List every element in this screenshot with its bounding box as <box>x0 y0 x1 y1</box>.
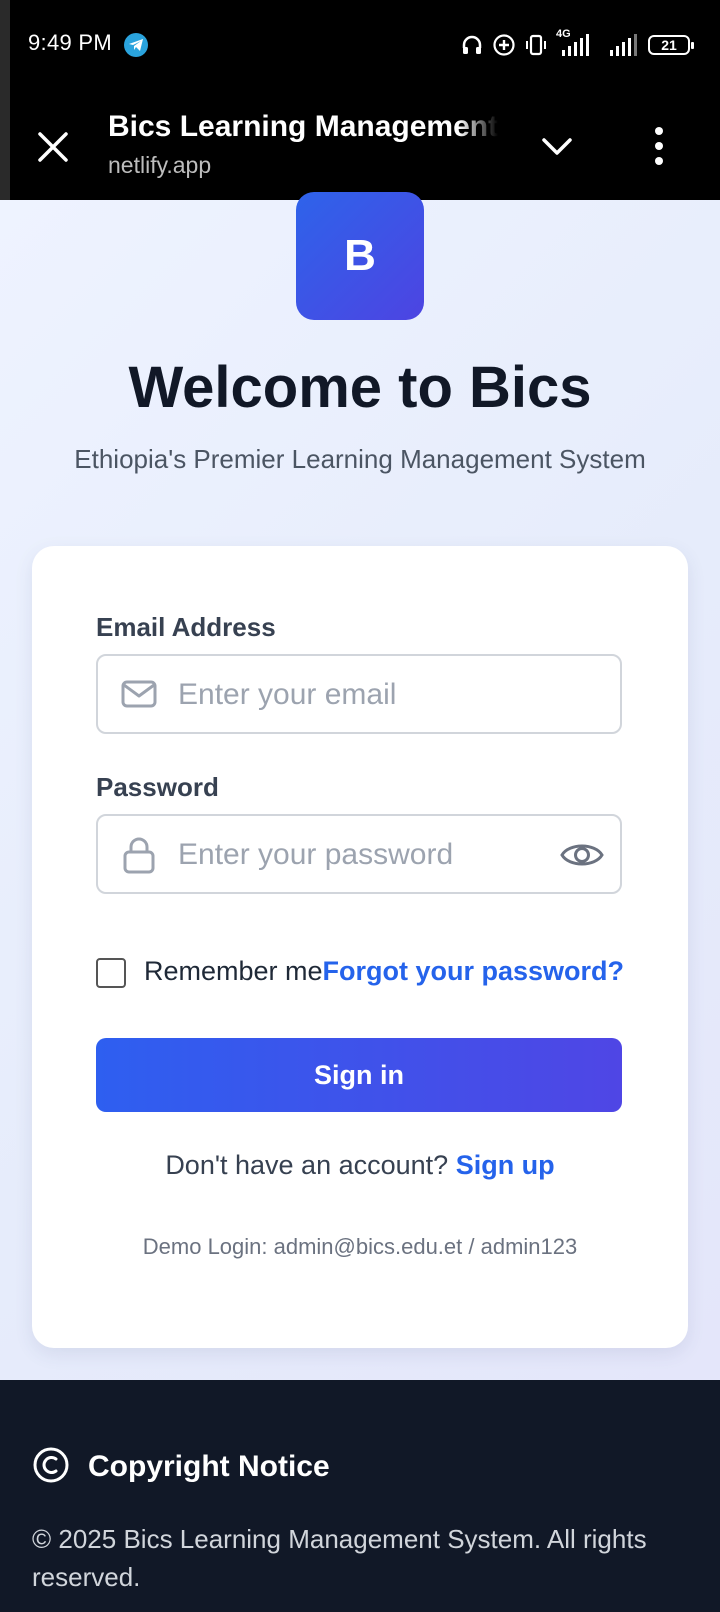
no-account-text: Don't have an account? <box>165 1150 449 1180</box>
remember-me-label: Remember me <box>144 956 323 986</box>
status-time: 9:49 PM <box>28 30 113 55</box>
sign-in-button[interactable]: Sign in <box>96 1038 622 1112</box>
login-card: Email Address Password Remember me Forgo… <box>32 546 688 1348</box>
app-logo: B <box>296 192 424 320</box>
forgot-password-link[interactable]: Forgot your password? <box>322 956 624 987</box>
footer: Copyright Notice © 2025 Bics Learning Ma… <box>0 1380 720 1612</box>
signal-icon <box>610 34 637 56</box>
footer-heading: Copyright Notice <box>88 1450 330 1483</box>
browser-toolbar: Bics Learning Management netlify.app <box>0 92 720 200</box>
email-field[interactable] <box>96 654 622 734</box>
copyright-icon <box>33 1447 69 1483</box>
headphones-icon <box>462 35 482 54</box>
telegram-icon <box>124 33 148 57</box>
data-saver-icon <box>493 34 515 56</box>
email-input[interactable] <box>176 674 540 716</box>
status-icons: 4G 21 <box>460 28 694 60</box>
battery-level: 21 <box>661 37 677 53</box>
screen-edge-lower <box>0 92 10 200</box>
signal-4g-icon: 4G <box>556 28 592 58</box>
chevron-down-icon[interactable] <box>540 132 574 162</box>
password-field[interactable] <box>96 814 622 894</box>
password-label: Password <box>96 772 219 802</box>
email-label: Email Address <box>96 612 276 642</box>
battery-icon: 21 <box>648 35 694 55</box>
page-title: Bics Learning Management <box>108 110 498 143</box>
password-input[interactable] <box>176 834 540 876</box>
vibrate-icon <box>526 34 546 56</box>
close-icon[interactable] <box>36 130 70 164</box>
login-page: B Welcome to Bics Ethiopia's Premier Lea… <box>0 192 720 1380</box>
welcome-subtitle: Ethiopia's Premier Learning Management S… <box>74 444 646 474</box>
lock-icon <box>123 837 155 874</box>
show-password-icon[interactable] <box>560 838 604 872</box>
copyright-text: © 2025 Bics Learning Management System. … <box>32 1524 647 1592</box>
sign-up-link[interactable]: Sign up <box>456 1150 555 1180</box>
demo-credentials: Demo Login: admin@bics.edu.et / admin123 <box>142 1234 578 1259</box>
welcome-heading: Welcome to Bics <box>128 355 592 420</box>
mail-icon <box>121 680 157 708</box>
status-bar: 9:49 PM 4G 21 <box>0 0 720 200</box>
page-domain: netlify.app <box>108 152 212 178</box>
remember-me-checkbox[interactable] <box>96 958 126 988</box>
more-options-icon[interactable] <box>652 126 666 166</box>
signup-prompt: Don't have an account? Sign up <box>32 1150 688 1181</box>
